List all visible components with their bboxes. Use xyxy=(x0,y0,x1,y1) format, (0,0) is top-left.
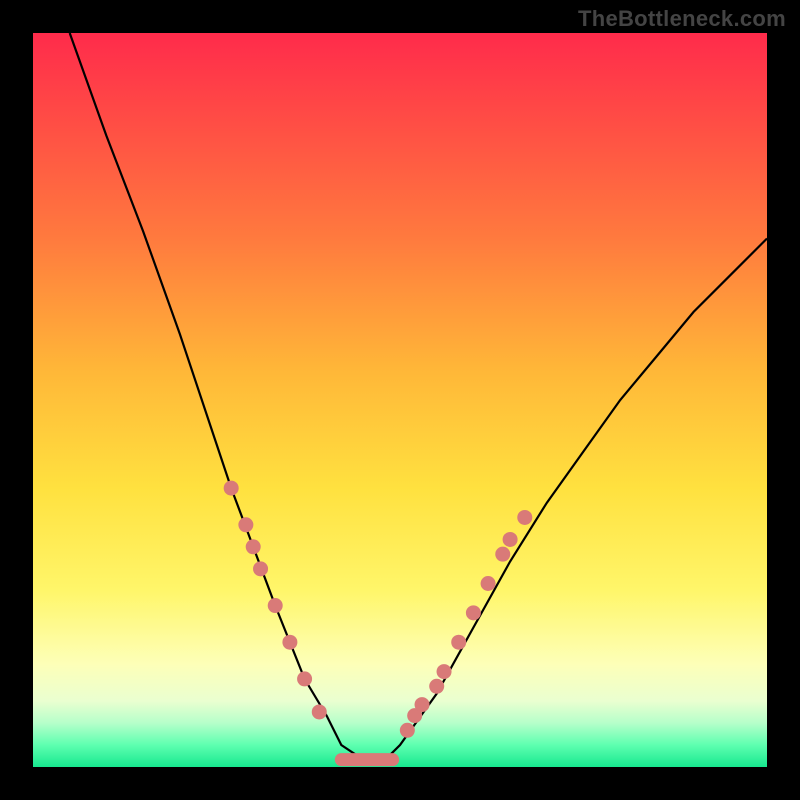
data-point xyxy=(503,532,518,547)
right-data-cluster xyxy=(400,510,532,738)
data-point xyxy=(297,671,312,686)
data-point xyxy=(437,664,452,679)
data-point xyxy=(268,598,283,613)
data-point xyxy=(517,510,532,525)
data-point xyxy=(400,723,415,738)
data-point xyxy=(253,561,268,576)
data-point xyxy=(246,539,261,554)
left-data-cluster xyxy=(224,481,327,720)
data-point xyxy=(429,679,444,694)
data-point xyxy=(481,576,496,591)
data-point xyxy=(238,517,253,532)
data-point xyxy=(224,481,239,496)
data-point xyxy=(312,704,327,719)
plot-area xyxy=(33,33,767,767)
data-point xyxy=(415,697,430,712)
data-point xyxy=(466,605,481,620)
data-point xyxy=(495,547,510,562)
data-point xyxy=(282,635,297,650)
bottleneck-curve xyxy=(70,33,767,760)
data-point xyxy=(451,635,466,650)
chart-frame: TheBottleneck.com xyxy=(0,0,800,800)
plot-svg xyxy=(33,33,767,767)
watermark-text: TheBottleneck.com xyxy=(578,6,786,32)
